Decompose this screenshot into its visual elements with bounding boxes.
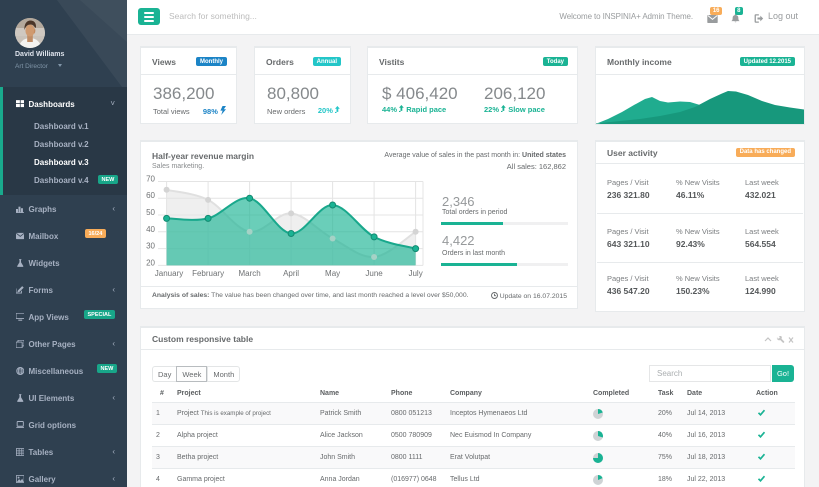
- svg-text:January: January: [155, 269, 183, 278]
- svg-text:March: March: [238, 269, 260, 278]
- svg-text:May: May: [325, 269, 340, 278]
- svg-text:50: 50: [146, 208, 155, 217]
- svg-text:February: February: [192, 269, 224, 278]
- svg-text:April: April: [283, 269, 299, 278]
- svg-text:40: 40: [146, 225, 155, 234]
- svg-text:June: June: [365, 269, 383, 278]
- svg-text:20: 20: [146, 258, 155, 267]
- svg-text:30: 30: [146, 242, 155, 251]
- svg-text:July: July: [408, 269, 422, 278]
- svg-text:60: 60: [146, 191, 155, 200]
- svg-text:70: 70: [146, 175, 155, 184]
